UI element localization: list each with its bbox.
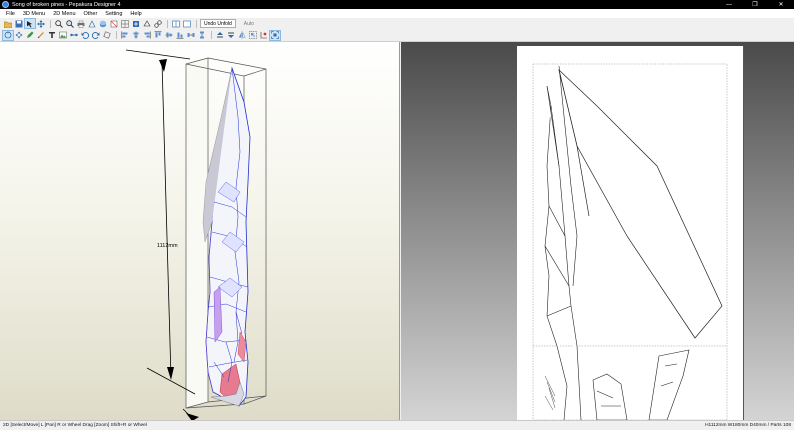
draw-icon[interactable]	[36, 31, 46, 40]
rotate-part-icon[interactable]	[102, 31, 112, 40]
menu-3d[interactable]: 3D Menu	[19, 11, 49, 17]
2d-view-panel[interactable]	[401, 42, 794, 420]
single-view-icon[interactable]	[182, 19, 192, 28]
zoom-out-icon[interactable]	[65, 19, 75, 28]
model-dimensions: H1112mm W180mm D40mm / Parts 108	[705, 423, 791, 428]
link-icon[interactable]	[153, 19, 163, 28]
status-hint: 2D [Select/Move] L [Pan] R or Wheel Drag…	[3, 423, 147, 428]
paper-sheet[interactable]	[517, 46, 743, 420]
redo-icon[interactable]	[91, 31, 101, 40]
undo-icon[interactable]	[80, 31, 90, 40]
close-button[interactable]: ✕	[768, 0, 794, 9]
window-controls: — ❐ ✕	[716, 0, 794, 9]
unfold-icon[interactable]	[109, 19, 119, 28]
auto-button[interactable]: Auto	[240, 19, 258, 28]
save-icon[interactable]	[14, 19, 24, 28]
distribute-v-icon[interactable]	[197, 31, 207, 40]
open-icon[interactable]	[3, 19, 13, 28]
zoom-in-icon[interactable]	[54, 19, 64, 28]
edges-icon[interactable]	[87, 19, 97, 28]
align-bottom-icon[interactable]	[175, 31, 185, 40]
main-toolbar: Undo Unfold Auto	[0, 18, 794, 29]
snap-icon[interactable]	[259, 31, 269, 40]
pattern-canvas[interactable]	[517, 46, 743, 420]
text-icon[interactable]	[47, 31, 57, 40]
undo-unfold-button[interactable]: Undo Unfold	[200, 19, 236, 28]
settings-icon[interactable]	[131, 19, 141, 28]
move-icon[interactable]	[36, 19, 46, 28]
select-icon[interactable]	[24, 18, 36, 29]
group-icon[interactable]	[248, 31, 258, 40]
layer-up-icon[interactable]	[215, 31, 225, 40]
align-right-icon[interactable]	[142, 31, 152, 40]
fit-icon[interactable]	[269, 29, 281, 41]
pan-icon[interactable]	[14, 31, 24, 40]
menu-other[interactable]: Other	[80, 11, 102, 17]
pattern-part-small-1	[592, 373, 628, 420]
edit-toolbar	[0, 29, 794, 42]
wireframe-icon[interactable]	[142, 19, 152, 28]
menu-file[interactable]: File	[2, 11, 19, 17]
app-logo-icon	[2, 1, 9, 8]
dimension-label: 1112mm	[157, 243, 178, 249]
minimize-button[interactable]: —	[716, 0, 742, 9]
split-view-icon[interactable]	[171, 19, 181, 28]
join-icon[interactable]	[69, 31, 79, 40]
align-top-icon[interactable]	[153, 31, 163, 40]
menu-2d[interactable]: 2D Menu	[49, 11, 79, 17]
image-icon[interactable]	[58, 31, 68, 40]
align-middle-icon[interactable]	[164, 31, 174, 40]
rotate-icon[interactable]	[2, 29, 14, 41]
edit-icon[interactable]	[25, 31, 35, 40]
layer-down-icon[interactable]	[226, 31, 236, 40]
sword-model	[202, 66, 251, 407]
pepakura-window: Song of broken pines - Pepakura Designer…	[0, 0, 794, 430]
menu-setting[interactable]: Setting	[101, 11, 126, 17]
print-icon[interactable]	[76, 19, 86, 28]
distribute-h-icon[interactable]	[186, 31, 196, 40]
align-center-icon[interactable]	[131, 31, 141, 40]
pattern-part-long	[558, 68, 723, 339]
pattern-part-small-2	[648, 349, 690, 420]
grid-icon[interactable]	[120, 19, 130, 28]
window-title: Song of broken pines - Pepakura Designer…	[12, 1, 121, 8]
texture-icon[interactable]	[98, 19, 108, 28]
3d-model-canvas[interactable]	[0, 42, 400, 420]
flip-icon[interactable]	[237, 31, 247, 40]
status-bar: 2D [Select/Move] L [Pan] R or Wheel Drag…	[0, 420, 794, 430]
maximize-button[interactable]: ❐	[742, 0, 768, 9]
pattern-part-hatch	[544, 375, 556, 411]
menu-bar: File 3D Menu 2D Menu Other Setting Help	[0, 9, 794, 18]
3d-view-panel[interactable]: 1112mm	[0, 42, 400, 420]
menu-help[interactable]: Help	[126, 11, 145, 17]
title-bar: Song of broken pines - Pepakura Designer…	[0, 0, 794, 9]
align-left-icon[interactable]	[120, 31, 130, 40]
